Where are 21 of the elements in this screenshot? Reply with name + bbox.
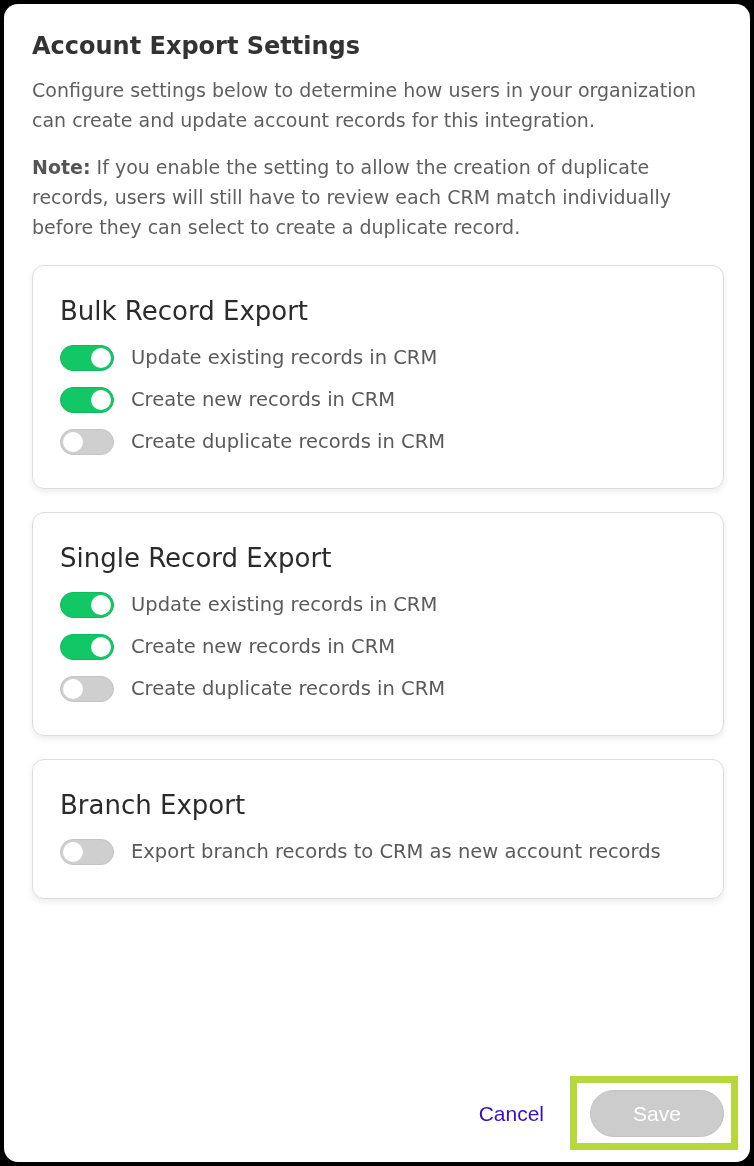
option-label: Create new records in CRM bbox=[131, 387, 396, 413]
toggle-switch[interactable] bbox=[60, 387, 114, 413]
option-label: Export branch records to CRM as new account records bbox=[131, 839, 661, 865]
toggle-switch[interactable] bbox=[60, 592, 114, 618]
option-label: Update existing records in CRM bbox=[131, 592, 438, 618]
toggle-switch[interactable] bbox=[60, 429, 114, 455]
toggle-switch[interactable] bbox=[60, 676, 114, 702]
cancel-link[interactable]: Cancel bbox=[478, 1099, 544, 1128]
toggle-switch[interactable] bbox=[60, 634, 114, 660]
card-title: Single Record Export bbox=[60, 542, 332, 575]
option-label: Create duplicate records in CRM bbox=[131, 429, 446, 455]
description-text: Configure settings below to determine how users in your organization can create and update account records for this integration. bbox=[32, 78, 698, 133]
dialog-title: Account Export Settings bbox=[32, 31, 360, 61]
toggle-switch[interactable] bbox=[60, 345, 114, 371]
toggle-switch[interactable] bbox=[60, 839, 114, 865]
option-label: Update existing records in CRM bbox=[131, 345, 438, 371]
note-text: Note: If you enable the setting to allow the creation of duplicate records, users will still have to review each CRM match individually before they can select to create a duplicate record. bbox=[32, 155, 672, 240]
card-title: Bulk Record Export bbox=[60, 295, 309, 328]
option-label: Create new records in CRM bbox=[131, 634, 396, 660]
option-label: Create duplicate records in CRM bbox=[131, 676, 446, 702]
card-title: Branch Export bbox=[60, 789, 246, 822]
